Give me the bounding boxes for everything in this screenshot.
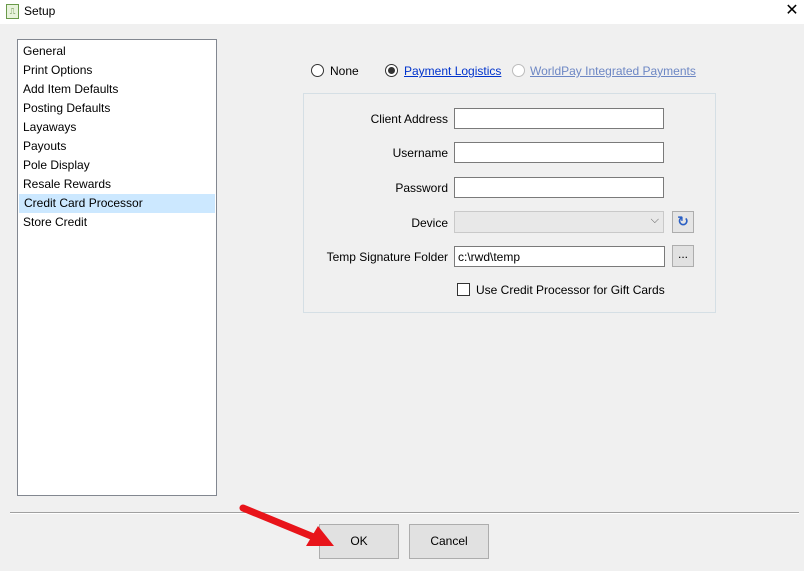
sidebar-item-resale-rewards[interactable]: Resale Rewards [19,175,215,194]
app-icon: ⎍ [6,4,19,19]
radio-payment-logistics[interactable] [385,64,398,77]
chevron-down-icon: ⌵ [650,214,659,226]
sidebar-item-store-credit[interactable]: Store Credit [19,213,215,232]
window-title: Setup [24,4,56,18]
radio-selected-dot [388,67,395,74]
close-button[interactable]: ✕ [780,0,804,24]
client-address-input[interactable] [454,108,664,129]
radio-worldpay[interactable] [512,64,525,77]
annotation-arrow-icon [239,504,334,546]
device-select[interactable]: ⌵ [454,211,664,233]
sidebar-item-layaways[interactable]: Layaways [19,118,215,137]
client-address-label: Client Address [370,112,448,126]
title-bar: ⎍ Setup ✕ [0,0,804,24]
sidebar-item-print-options[interactable]: Print Options [19,61,215,80]
footer-separator [10,512,799,514]
username-label: Username [392,146,448,160]
radio-worldpay-label[interactable]: WorldPay Integrated Payments [530,64,696,78]
device-label: Device [411,216,448,230]
settings-category-list[interactable]: General Print Options Add Item Defaults … [17,39,217,496]
sidebar-item-pole-display[interactable]: Pole Display [19,156,215,175]
sidebar-item-add-item-defaults[interactable]: Add Item Defaults [19,80,215,99]
sidebar-item-posting-defaults[interactable]: Posting Defaults [19,99,215,118]
sidebar-item-payouts[interactable]: Payouts [19,137,215,156]
refresh-devices-button[interactable]: ↻ [672,211,694,233]
password-label: Password [395,181,448,195]
close-icon: ✕ [785,2,799,19]
password-input[interactable] [454,177,664,198]
radio-none[interactable] [311,64,324,77]
username-input[interactable] [454,142,664,163]
gift-cards-checkbox-label[interactable]: Use Credit Processor for Gift Cards [476,283,665,297]
temp-folder-input[interactable] [454,246,665,267]
gift-cards-checkbox[interactable] [457,283,470,296]
sidebar-item-general[interactable]: General [19,42,215,61]
refresh-icon: ↻ [677,213,689,229]
temp-folder-label: Temp Signature Folder [326,250,448,264]
cancel-button[interactable]: Cancel [409,524,489,559]
browse-folder-button[interactable]: ... [672,245,694,267]
sidebar-item-credit-card-processor[interactable]: Credit Card Processor [19,194,215,213]
radio-payment-logistics-label[interactable]: Payment Logistics [404,64,501,78]
radio-none-label[interactable]: None [330,64,359,78]
